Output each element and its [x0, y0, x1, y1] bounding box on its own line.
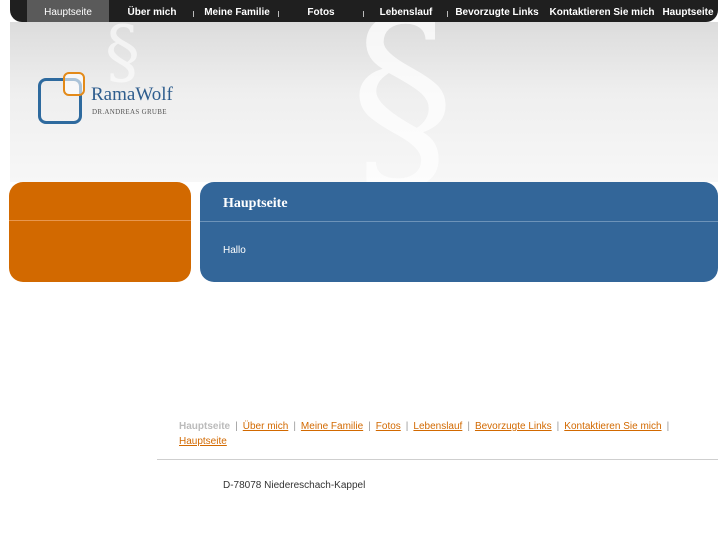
plus-icon: + [685, 0, 690, 3]
content-body: Hallo [223, 245, 246, 256]
nav-item-lebenslauf[interactable]: + Lebenslauf [373, 0, 439, 22]
footer-link-hauptseite[interactable]: Hauptseite [179, 421, 230, 432]
nav-item-label: Über mich [127, 7, 177, 18]
nav-item-label: Kontaktieren Sie mich [549, 7, 655, 18]
footer-link-fotos[interactable]: Fotos [376, 421, 401, 432]
sidebar-panel [9, 182, 191, 282]
paragraph-watermark-icon: § [350, 22, 455, 182]
nav-item-fotos[interactable]: + Fotos [298, 0, 344, 22]
nav-separator [278, 11, 279, 17]
footer-address: D-78078 Niedereschach-Kappel [223, 480, 366, 491]
plus-icon: + [494, 0, 499, 3]
nav-item-kontakt[interactable]: + Kontaktieren Sie mich [546, 0, 658, 22]
footer-navigation: Hauptseite | Über mich | Meine Familie | Fotos… [179, 419, 699, 449]
top-navigation: + Hauptseite + Über mich + Meine Familie + F… [10, 0, 718, 22]
logo-name: RamaWolf [91, 84, 173, 105]
nav-item-hauptseite[interactable]: + Hauptseite [27, 0, 109, 22]
nav-item-ueber-mich[interactable]: + Über mich [122, 0, 182, 22]
footer-link-meine-familie[interactable]: Meine Familie [301, 421, 363, 432]
nav-item-label: Meine Familie [204, 7, 270, 18]
nav-item-hauptseite-2[interactable]: + Hauptseite [660, 0, 716, 22]
footer-separator: | [556, 421, 560, 432]
content-divider [200, 221, 718, 222]
nav-item-label: Hauptseite [662, 7, 714, 18]
plus-icon: + [234, 0, 239, 3]
footer-link-kontakt[interactable]: Kontaktieren Sie mich [564, 421, 661, 432]
footer-separator: | [368, 421, 371, 432]
nav-separator [447, 11, 448, 17]
nav-item-bevorzugte-links[interactable]: + Bevorzugte Links [452, 0, 542, 22]
footer-separator: | [666, 421, 670, 432]
footer-divider [157, 459, 718, 460]
footer-link-bevorzugte-links[interactable]: Bevorzugte Links [475, 421, 552, 432]
nav-separator [193, 11, 194, 17]
plus-icon: + [599, 0, 604, 3]
plus-icon: + [65, 0, 70, 3]
page-title: Hauptseite [223, 196, 288, 211]
footer-separator: | [405, 421, 409, 432]
nav-item-label: Lebenslauf [379, 7, 433, 18]
sidebar-divider [9, 220, 191, 221]
logo-accent-square-icon [63, 72, 85, 96]
footer-link-ueber-mich[interactable]: Über mich [243, 421, 289, 432]
nav-item-label: Bevorzugte Links [455, 7, 539, 18]
plus-icon: + [403, 0, 408, 3]
nav-item-label: Hauptseite [44, 7, 92, 18]
footer-separator: | [235, 421, 238, 432]
footer-link-lebenslauf[interactable]: Lebenslauf [413, 421, 462, 432]
site-logo[interactable]: RamaWolf DR.ANDREAS GRUBE [36, 72, 196, 127]
nav-separator [363, 11, 364, 17]
footer-separator: | [467, 421, 470, 432]
content-panel: Hauptseite Hallo [200, 182, 718, 282]
plus-icon: + [149, 0, 154, 3]
footer-link-hauptseite-2[interactable]: Hauptseite [179, 436, 227, 447]
footer-separator: | [293, 421, 296, 432]
nav-item-label: Fotos [307, 7, 335, 18]
logo-subtitle: DR.ANDREAS GRUBE [92, 108, 167, 116]
plus-icon: + [318, 0, 323, 3]
nav-item-meine-familie[interactable]: + Meine Familie [200, 0, 274, 22]
